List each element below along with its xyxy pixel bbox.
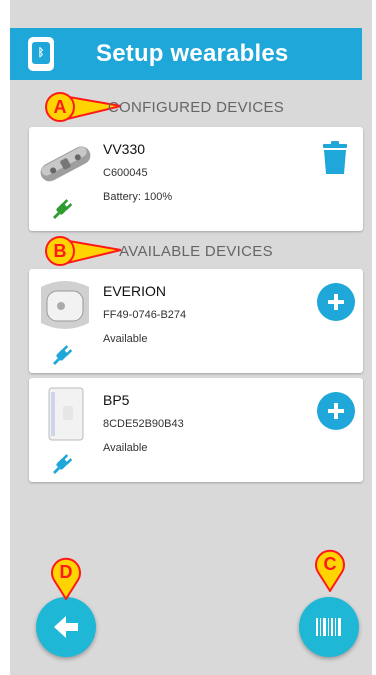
add-device-button[interactable] — [317, 392, 355, 430]
disconnected-plug-icon — [53, 454, 73, 474]
disconnected-plug-icon — [53, 345, 73, 365]
device-name: VV330 — [103, 141, 146, 157]
scan-barcode-button[interactable] — [299, 597, 359, 657]
available-devices-header: AVAILABLE DEVICES — [119, 243, 273, 260]
back-button[interactable] — [36, 597, 96, 657]
available-device-card[interactable]: EVERION FF49-0746-B274 Available — [29, 269, 363, 373]
barcode-icon — [316, 618, 341, 636]
add-device-button[interactable] — [317, 283, 355, 321]
device-status: Available — [103, 333, 148, 345]
available-device-card[interactable]: BP5 8CDE52B90B43 Available — [29, 378, 363, 482]
callout-pin-d: D — [49, 556, 83, 601]
configured-devices-header: CONFIGURED DEVICES — [107, 99, 285, 116]
device-id: FF49-0746-B274 — [103, 309, 187, 321]
callout-pin-c: C — [313, 548, 347, 593]
device-name: EVERION — [103, 283, 167, 299]
device-battery: Battery: 100% — [103, 191, 173, 203]
delete-trash-icon[interactable] — [321, 141, 349, 175]
device-id: 8CDE52B90B43 — [103, 418, 184, 430]
app-bar: ᛒ Setup wearables — [10, 28, 362, 80]
device-status: Available — [103, 442, 148, 454]
back-arrow-icon — [54, 616, 78, 638]
page-title: Setup wearables — [96, 40, 289, 67]
everion-device-image — [41, 281, 89, 329]
device-name: BP5 — [103, 392, 130, 408]
vv330-device-image — [40, 146, 91, 182]
connected-plug-icon — [53, 199, 73, 219]
bluetooth-phone-icon: ᛒ — [28, 37, 54, 71]
bp5-device-image — [48, 387, 84, 441]
device-id: C600045 — [103, 167, 148, 179]
configured-device-card[interactable]: VV330 C600045 Battery: 100% — [29, 127, 363, 231]
